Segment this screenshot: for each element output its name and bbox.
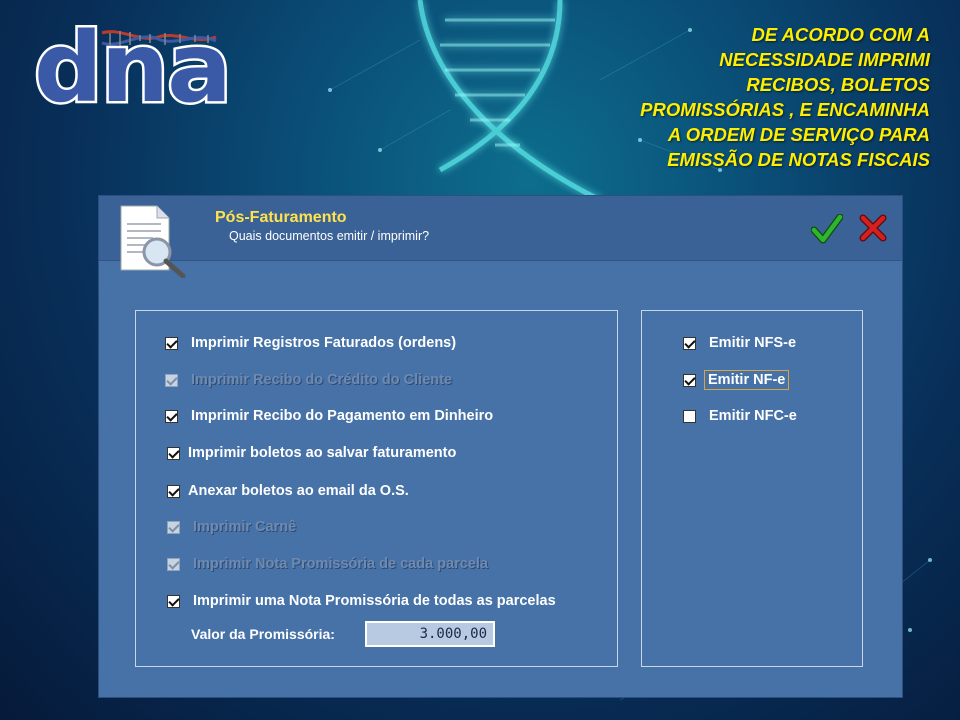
document-search-icon — [120, 205, 186, 278]
confirm-check-icon[interactable] — [811, 214, 843, 244]
checkbox[interactable] — [167, 557, 180, 571]
option-imprimir-recibo-dinheiro[interactable]: Imprimir Recibo do Pagamento em Dinheiro — [165, 406, 493, 426]
checkbox[interactable] — [167, 446, 180, 460]
checkbox[interactable] — [165, 373, 178, 387]
option-anexar-boletos[interactable]: Anexar boletos ao email da O.S. — [167, 481, 409, 501]
option-emitir-nfse[interactable]: Emitir NFS-e — [683, 333, 796, 353]
option-label: Imprimir Carnê — [193, 519, 297, 535]
dialog-header: Pós-Faturamento Quais documentos emitir … — [99, 196, 902, 278]
checkbox[interactable] — [167, 484, 180, 498]
option-emitir-nfce[interactable]: Emitir NFC-e — [683, 406, 797, 426]
option-label: Imprimir uma Nota Promissória de todas a… — [193, 593, 556, 609]
option-label: Imprimir Registros Faturados (ordens) — [191, 335, 457, 351]
valor-promissoria-input[interactable]: 3.000,00 — [365, 621, 495, 647]
option-label: Imprimir boletos ao salvar faturamento — [188, 445, 457, 461]
checkbox[interactable] — [683, 409, 696, 423]
checkbox[interactable] — [167, 594, 180, 608]
option-imprimir-registros[interactable]: Imprimir Registros Faturados (ordens) — [165, 333, 456, 353]
option-label: Emitir NF-e — [703, 370, 790, 390]
option-promissoria-todas-parcelas[interactable]: Imprimir uma Nota Promissória de todas a… — [167, 591, 556, 611]
dialog-subtitle: Quais documentos emitir / imprimir? — [229, 229, 430, 243]
option-label: Imprimir Recibo do Crédito do Cliente — [191, 372, 453, 388]
option-label: Imprimir Recibo do Pagamento em Dinheiro — [191, 408, 494, 424]
pos-faturamento-dialog: Pós-Faturamento Quais documentos emitir … — [98, 195, 903, 698]
checkbox[interactable] — [165, 336, 178, 350]
option-imprimir-recibo-credito[interactable]: Imprimir Recibo do Crédito do Cliente — [165, 370, 452, 390]
option-label: Emitir NFS-e — [709, 335, 797, 351]
option-label: Emitir NFC-e — [709, 408, 797, 424]
checkbox[interactable] — [683, 373, 696, 387]
valor-promissoria-label: Valor da Promissória: — [191, 626, 335, 642]
option-label: Anexar boletos ao email da O.S. — [188, 483, 409, 499]
caption-text: DE ACORDO COM A NECESSIDADE IMPRIMI RECI… — [640, 24, 930, 170]
option-imprimir-boletos[interactable]: Imprimir boletos ao salvar faturamento — [167, 443, 456, 463]
option-promissoria-cada-parcela[interactable]: Imprimir Nota Promissória de cada parcel… — [167, 554, 488, 574]
cancel-x-icon[interactable] — [859, 214, 887, 242]
checkbox[interactable] — [683, 336, 696, 350]
dialog-title: Pós-Faturamento — [215, 209, 347, 226]
checkbox[interactable] — [165, 409, 178, 423]
option-label: Imprimir Nota Promissória de cada parcel… — [193, 556, 488, 572]
option-emitir-nfe[interactable]: Emitir NF-e — [683, 370, 790, 390]
fiscal-options-panel — [641, 310, 863, 667]
checkbox[interactable] — [167, 520, 180, 534]
option-imprimir-carne[interactable]: Imprimir Carnê — [167, 517, 296, 537]
dna-logo-text: dna — [32, 12, 235, 124]
